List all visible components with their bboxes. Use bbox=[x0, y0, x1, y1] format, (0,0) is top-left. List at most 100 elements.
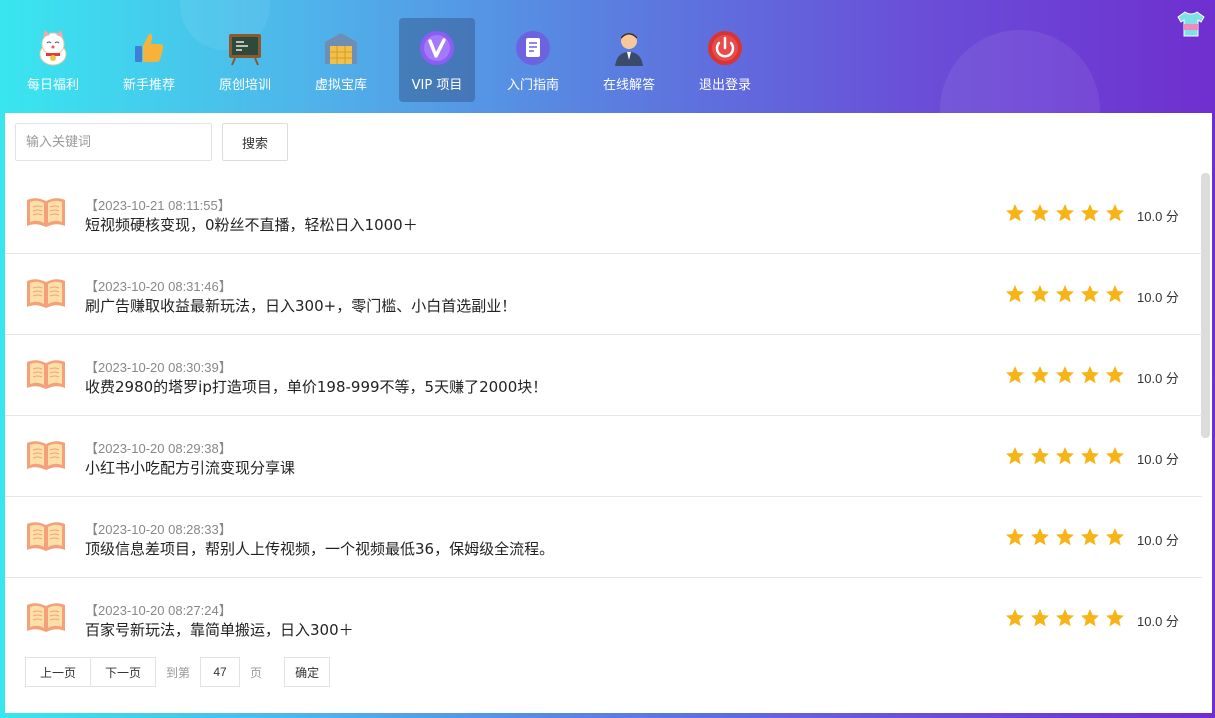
nav-item-newbie-recommend[interactable]: 新手推荐 bbox=[111, 18, 187, 102]
scrollbar[interactable] bbox=[1201, 173, 1210, 438]
item-title[interactable]: 刷广告赚取收益最新玩法，日入300+，零门槛、小白首选副业！ bbox=[85, 295, 516, 316]
star-icon bbox=[1056, 285, 1074, 303]
star-icon bbox=[1006, 528, 1024, 546]
content-panel: 搜索 【2023-10-21 08:11:55】短视频硬核变现，0粉丝不直播，轻… bbox=[5, 113, 1212, 713]
item-date: 【2023-10-20 08:28:33】 bbox=[85, 522, 232, 537]
prev-page-button[interactable]: 上一页 bbox=[25, 657, 92, 687]
star-rating bbox=[1005, 365, 1125, 387]
nav-item-getting-started[interactable]: 入门指南 bbox=[495, 18, 571, 102]
star-icon bbox=[1081, 447, 1099, 465]
top-navigation: 每日福利 新手推荐 原创培训 虚拟宝库 VIP 项目 入门指南 在线解答 退出登… bbox=[0, 0, 1215, 113]
item-title[interactable]: 百家号新玩法，靠简单搬运，日入300＋ bbox=[85, 619, 354, 640]
item-date: 【2023-10-20 08:30:39】 bbox=[85, 360, 232, 375]
item-date: 【2023-10-20 08:27:24】 bbox=[85, 603, 232, 618]
nav-item-label: 虚拟宝库 bbox=[314, 78, 367, 93]
star-icon bbox=[1031, 204, 1049, 222]
star-rating bbox=[1005, 608, 1125, 630]
nav-item-label: 新手推荐 bbox=[122, 78, 175, 93]
warehouse-icon bbox=[325, 33, 357, 64]
star-icon bbox=[1081, 528, 1099, 546]
star-icon bbox=[1081, 609, 1099, 627]
item-title[interactable]: 顶级信息差项目，帮别人上传视频，一个视频最低36，保姆级全流程。 bbox=[85, 538, 554, 559]
goto-label: 到第 bbox=[166, 665, 191, 680]
next-page-button[interactable]: 下一页 bbox=[91, 657, 157, 687]
star-icon bbox=[1056, 528, 1074, 546]
item-score: 10.0 分 bbox=[1137, 371, 1179, 386]
star-icon bbox=[1106, 447, 1124, 465]
item-title[interactable]: 短视频硬核变现，0粉丝不直播，轻松日入1000＋ bbox=[85, 214, 418, 235]
item-score: 10.0 分 bbox=[1137, 209, 1179, 224]
book-icon bbox=[27, 360, 65, 389]
item-score: 10.0 分 bbox=[1137, 290, 1179, 305]
star-icon bbox=[1106, 285, 1124, 303]
star-icon bbox=[1006, 609, 1024, 627]
star-icon bbox=[1081, 204, 1099, 222]
book-icon bbox=[27, 522, 65, 551]
star-icon bbox=[1056, 609, 1074, 627]
nav-item-virtual-treasury[interactable]: 虚拟宝库 bbox=[303, 18, 379, 102]
nav-item-original-training[interactable]: 原创培训 bbox=[207, 18, 283, 102]
list-item[interactable]: 【2023-10-20 08:28:33】 顶级信息差项目，帮别人上传视频，一个视… bbox=[5, 497, 1202, 578]
star-icon bbox=[1106, 528, 1124, 546]
star-icon bbox=[1056, 204, 1074, 222]
book-icon bbox=[27, 603, 65, 632]
document-icon bbox=[516, 31, 550, 65]
star-icon bbox=[1031, 528, 1049, 546]
nav-item-label: 入门指南 bbox=[506, 78, 559, 93]
star-icon bbox=[1031, 447, 1049, 465]
item-title[interactable]: 小红书小吃配方引流变现分享课 bbox=[85, 457, 295, 478]
star-icon bbox=[1006, 204, 1024, 222]
star-icon bbox=[1056, 447, 1074, 465]
nav-item-label: 在线解答 bbox=[602, 78, 655, 93]
chalkboard-icon bbox=[229, 34, 261, 66]
item-title[interactable]: 收费2980的塔罗ip打造项目，单价198-999不等，5天赚了2000块！ bbox=[85, 376, 547, 397]
star-icon bbox=[1031, 609, 1049, 627]
star-icon bbox=[1106, 366, 1124, 384]
nav-item-label: VIP 项目 bbox=[411, 78, 463, 93]
nav-item-label: 每日福利 bbox=[26, 78, 79, 93]
confirm-page-button[interactable]: 确定 bbox=[284, 657, 331, 687]
search-button[interactable]: 搜索 bbox=[222, 123, 288, 161]
lucky-cat-icon bbox=[39, 30, 67, 66]
page-number-input[interactable] bbox=[200, 657, 241, 687]
nav-item-logout[interactable]: 退出登录 bbox=[687, 18, 763, 102]
vip-badge-icon bbox=[420, 31, 454, 65]
support-agent-icon bbox=[615, 33, 643, 66]
pagination: 上一页 下一页 到第 页 确定 bbox=[25, 657, 331, 687]
list-item[interactable]: 【2023-10-20 08:27:24】 百家号新玩法，靠简单搬运，日入300＋… bbox=[5, 578, 1202, 659]
item-date: 【2023-10-21 08:11:55】 bbox=[85, 198, 231, 213]
item-score: 10.0 分 bbox=[1137, 452, 1179, 467]
star-rating bbox=[1005, 446, 1125, 468]
star-icon bbox=[1031, 366, 1049, 384]
nav-item-label: 退出登录 bbox=[698, 78, 751, 93]
theme-shirt-icon[interactable] bbox=[1176, 10, 1206, 38]
nav-item-label: 原创培训 bbox=[218, 78, 271, 93]
star-icon bbox=[1081, 366, 1099, 384]
item-score: 10.0 分 bbox=[1137, 614, 1179, 629]
list-item[interactable]: 【2023-10-20 08:31:46】 刷广告赚取收益最新玩法，日入300+，… bbox=[5, 254, 1202, 335]
nav-item-vip-project[interactable]: VIP 项目 bbox=[399, 18, 475, 102]
star-rating bbox=[1005, 527, 1125, 549]
power-icon bbox=[708, 31, 742, 65]
star-rating bbox=[1005, 284, 1125, 306]
list-item[interactable]: 【2023-10-21 08:11:55】 短视频硬核变现，0粉丝不直播，轻松日入… bbox=[5, 173, 1202, 254]
star-icon bbox=[1031, 285, 1049, 303]
project-list: 【2023-10-21 08:11:55】 短视频硬核变现，0粉丝不直播，轻松日入… bbox=[5, 173, 1202, 659]
nav-item-daily-welfare[interactable]: 每日福利 bbox=[15, 18, 91, 102]
item-score: 10.0 分 bbox=[1137, 533, 1179, 548]
book-icon bbox=[27, 441, 65, 470]
star-icon bbox=[1081, 285, 1099, 303]
star-icon bbox=[1106, 609, 1124, 627]
book-icon bbox=[27, 198, 65, 227]
list-item[interactable]: 【2023-10-20 08:29:38】 小红书小吃配方引流变现分享课 10.0 … bbox=[5, 416, 1202, 497]
book-icon bbox=[27, 279, 65, 308]
nav-item-online-answer[interactable]: 在线解答 bbox=[591, 18, 667, 102]
star-icon bbox=[1056, 366, 1074, 384]
star-rating bbox=[1005, 203, 1125, 225]
item-date: 【2023-10-20 08:31:46】 bbox=[85, 279, 232, 294]
item-date: 【2023-10-20 08:29:38】 bbox=[85, 441, 232, 456]
page-unit-label: 页 bbox=[250, 665, 263, 680]
list-item[interactable]: 【2023-10-20 08:30:39】 收费2980的塔罗ip打造项目，单价1… bbox=[5, 335, 1202, 416]
star-icon bbox=[1006, 366, 1024, 384]
search-input[interactable] bbox=[15, 123, 212, 161]
